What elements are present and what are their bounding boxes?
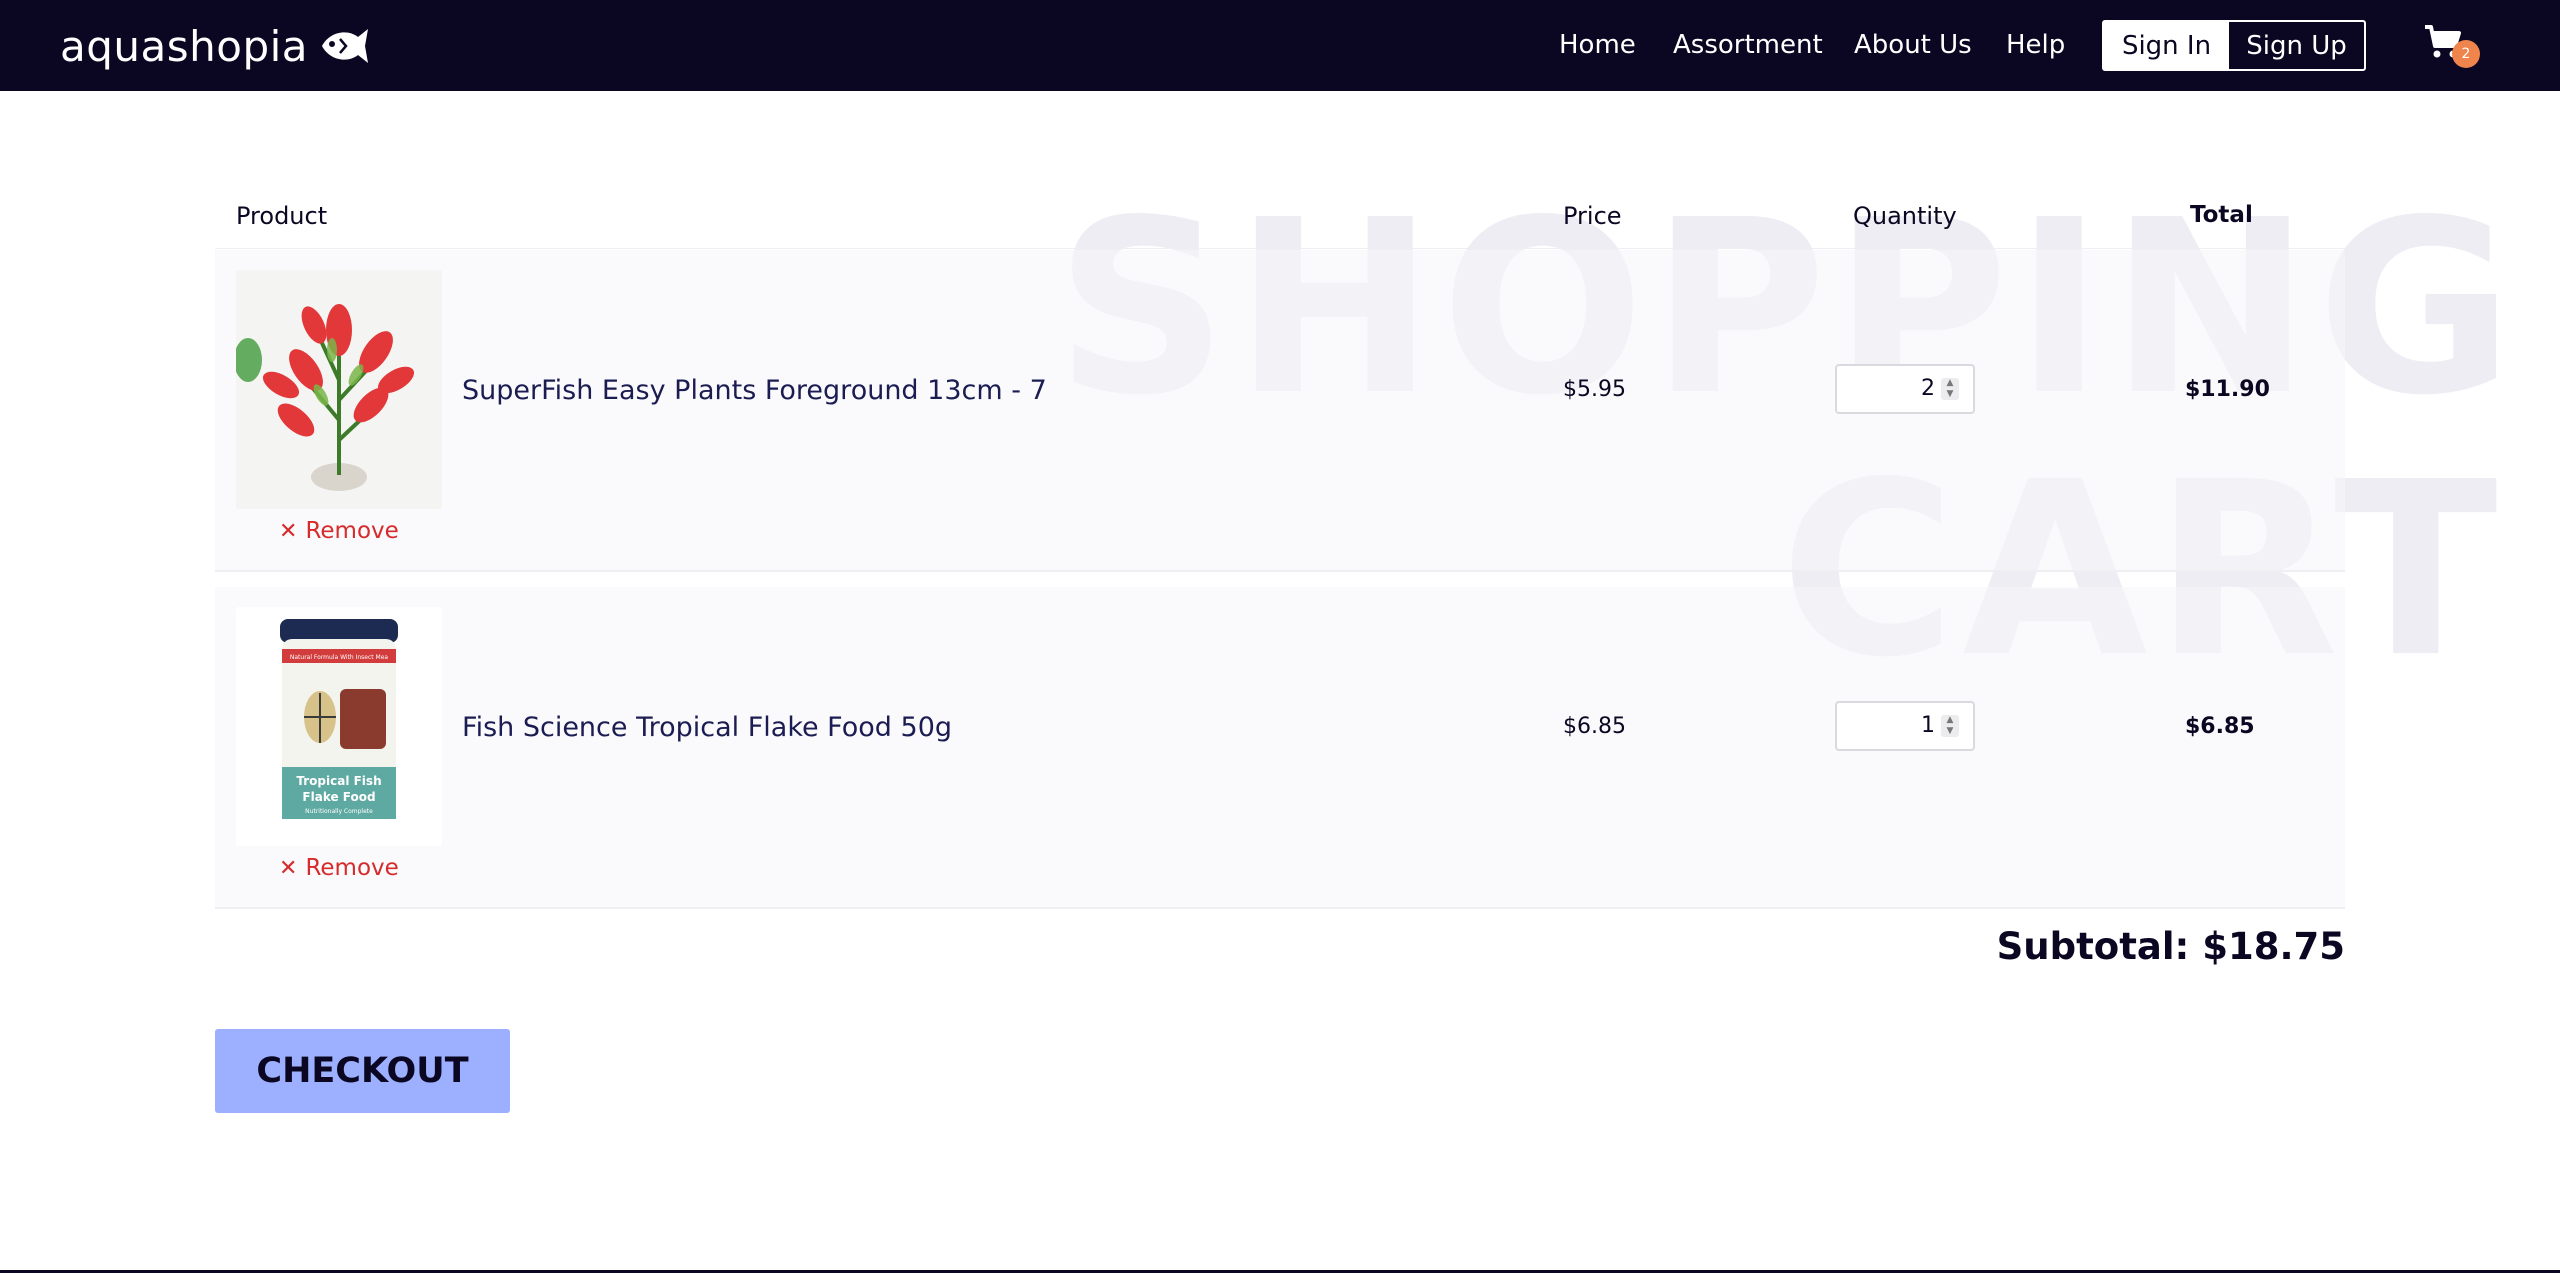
- item-total: $6.85: [2185, 714, 2255, 739]
- cart-button[interactable]: 2: [2424, 24, 2480, 72]
- checkout-button[interactable]: CHECKOUT: [215, 1029, 510, 1113]
- item-price: $5.95: [1563, 377, 1626, 402]
- table-row: Natural Formula With Insect Mea Tropical…: [215, 587, 2345, 909]
- nav-link-about-us[interactable]: About Us: [1854, 30, 1972, 60]
- fish-logo-icon: [322, 29, 369, 63]
- remove-item-button[interactable]: ✕ Remove: [279, 855, 399, 881]
- remove-label: Remove: [305, 518, 399, 544]
- close-icon: ✕: [279, 855, 298, 881]
- spinner-arrows-icon[interactable]: ▲ ▼: [1941, 378, 1959, 400]
- quantity-stepper[interactable]: 2 ▲ ▼: [1835, 364, 1975, 414]
- brand-logo-link[interactable]: aquashopia: [60, 18, 370, 74]
- sign-up-button[interactable]: Sign Up: [2229, 22, 2364, 69]
- remove-item-button[interactable]: ✕ Remove: [279, 518, 399, 544]
- remove-label: Remove: [305, 855, 399, 881]
- auth-button-group: Sign In Sign Up: [2102, 20, 2366, 71]
- quantity-value: 1: [1921, 713, 1935, 738]
- brand-name: aquashopia: [60, 21, 309, 71]
- column-header-product: Product: [236, 202, 328, 230]
- spinner-arrows-icon[interactable]: ▲ ▼: [1941, 715, 1959, 737]
- column-header-quantity: Quantity: [1853, 202, 1957, 230]
- product-name-link[interactable]: Fish Science Tropical Flake Food 50g: [462, 712, 952, 743]
- item-price: $6.85: [1563, 714, 1626, 739]
- nav-link-help[interactable]: Help: [2006, 30, 2065, 60]
- top-navbar: aquashopia Home Assortment About Us Help…: [0, 0, 2560, 91]
- header-divider: [215, 248, 2345, 249]
- cart-count-badge: 2: [2452, 40, 2480, 68]
- close-icon: ✕: [279, 518, 298, 544]
- quantity-value: 2: [1921, 376, 1935, 401]
- sign-in-button[interactable]: Sign In: [2104, 22, 2229, 69]
- jar-title-line2: Flake Food: [302, 790, 375, 804]
- column-header-total: Total: [2190, 202, 2253, 228]
- plant-image[interactable]: [236, 270, 442, 509]
- nav-link-home[interactable]: Home: [1559, 30, 1636, 60]
- product-name-link[interactable]: SuperFish Easy Plants Foreground 13cm - …: [462, 375, 1047, 406]
- subtotal: Subtotal: $18.75: [1996, 925, 2345, 968]
- column-header-price: Price: [1563, 202, 1622, 230]
- jar-title-line1: Tropical Fish: [296, 774, 381, 788]
- item-total: $11.90: [2185, 377, 2270, 402]
- table-row: ✕ Remove SuperFish Easy Plants Foregroun…: [215, 250, 2345, 572]
- fish-food-jar-image[interactable]: Natural Formula With Insect Mea Tropical…: [236, 607, 442, 846]
- quantity-stepper[interactable]: 1 ▲ ▼: [1835, 701, 1975, 751]
- nav-link-assortment[interactable]: Assortment: [1673, 30, 1823, 60]
- jar-subtitle: Nutritionally Complete: [305, 808, 373, 815]
- jar-band-text: Natural Formula With Insect Mea: [290, 654, 389, 661]
